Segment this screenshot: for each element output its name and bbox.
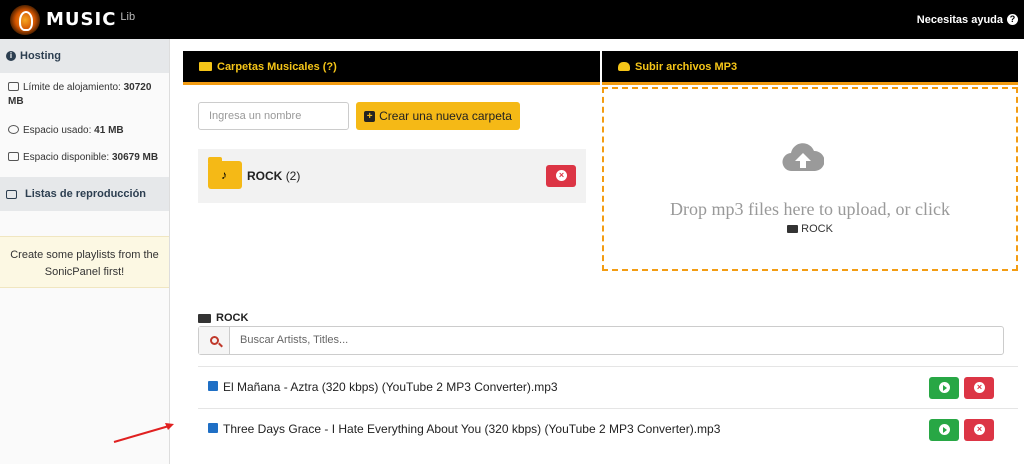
sidebar: i Hosting Límite de alojamiento: 30720 M…	[0, 39, 170, 464]
cloud-upload-icon	[782, 143, 824, 172]
folder-count: (2)	[285, 169, 301, 183]
available-label: Espacio disponible:	[23, 152, 110, 163]
create-folder-button[interactable]: + Crear una nueva carpeta	[356, 102, 520, 130]
help-link[interactable]: Necesitas ayuda ?	[917, 14, 1018, 26]
logo-badge-icon	[10, 4, 40, 35]
play-circle-icon	[939, 382, 950, 393]
folder-name: ROCK	[247, 169, 283, 183]
refresh-icon	[8, 125, 19, 134]
used-label: Espacio usado:	[23, 125, 92, 136]
track-row: Three Days Grace - I Hate Everything Abo…	[198, 408, 1018, 450]
hosting-limit: Límite de alojamiento: 30720 MB	[0, 81, 169, 109]
folder-open-icon	[199, 62, 212, 71]
track-name: El Mañana - Aztra (320 kbps) (YouTube 2 …	[223, 380, 558, 394]
create-folder-label: Crear una nueva carpeta	[379, 109, 512, 123]
times-circle-icon: ×	[974, 382, 985, 393]
limit-label: Límite de alojamiento:	[23, 82, 121, 93]
available-value: 30679 MB	[111, 152, 159, 163]
help-label: Necesitas ayuda	[916, 13, 1003, 26]
hdd-icon	[8, 152, 19, 161]
folders-panel-header: Carpetas Musicales (?)	[183, 51, 600, 85]
mp3-dropzone[interactable]: Drop mp3 files here to upload, or click …	[602, 87, 1018, 271]
folder-open-icon	[787, 225, 799, 233]
top-bar: MUSIC Lib Necesitas ayuda ?	[0, 0, 1024, 39]
track-row: El Mañana - Aztra (320 kbps) (YouTube 2 …	[198, 366, 1018, 408]
cloud-upload-icon	[618, 62, 630, 71]
music-file-icon	[208, 381, 218, 391]
logo-subtext: Lib	[120, 10, 136, 23]
delete-folder-button[interactable]: ×	[546, 165, 576, 187]
hosting-title: Hosting	[20, 50, 61, 62]
dropzone-folder-name: ROCK	[801, 223, 833, 235]
server-icon	[8, 82, 19, 91]
info-circle-icon: i	[6, 51, 16, 61]
dropzone-text: Drop mp3 files here to upload, or click	[670, 199, 950, 219]
music-file-icon	[208, 423, 218, 433]
search-icon	[209, 336, 219, 345]
play-button[interactable]	[929, 377, 959, 399]
upload-panel-header: Subir archivos MP3	[602, 51, 1018, 85]
music-folder-icon: ♪	[208, 157, 242, 189]
search-input[interactable]: Buscar Artists, Titles...	[230, 327, 1003, 354]
search-button[interactable]	[199, 327, 230, 354]
playlists-header[interactable]: Listas de reproducción	[0, 177, 169, 211]
tracks-folder-label: ROCK	[216, 312, 249, 324]
plus-square-icon: +	[364, 110, 376, 122]
track-name: Three Days Grace - I Hate Everything Abo…	[223, 422, 721, 436]
play-button[interactable]	[929, 419, 959, 441]
dropzone-folder: ROCK	[604, 223, 1016, 235]
upload-panel-title: Subir archivos MP3	[635, 60, 738, 73]
folders-panel-title[interactable]: Carpetas Musicales (?)	[217, 61, 337, 73]
annotation-arrow-icon	[113, 423, 174, 443]
track-search: Buscar Artists, Titles...	[198, 326, 1004, 355]
delete-track-button[interactable]: ×	[964, 419, 994, 441]
folder-open-icon	[198, 313, 211, 323]
hosting-used: Espacio usado: 41 MB	[0, 125, 169, 136]
folder-item-rock[interactable]: ♪ ROCK (2) ×	[198, 149, 586, 203]
folder-name-input[interactable]: Ingresa un nombre	[198, 102, 349, 130]
folder-name-text: ROCK (2)	[247, 169, 300, 183]
used-value: 41 MB	[94, 125, 124, 136]
times-circle-icon: ×	[974, 424, 985, 435]
hosting-header: i Hosting	[0, 39, 169, 73]
playlists-title: Listas de reproducción	[25, 188, 147, 200]
delete-track-button[interactable]: ×	[964, 377, 994, 399]
play-circle-icon	[939, 424, 950, 435]
question-circle-icon: ?	[1007, 14, 1018, 25]
logo-text: MUSIC	[46, 9, 117, 30]
tracks-folder-heading: ROCK	[198, 312, 248, 324]
playlists-notice: Create some playlists from the SonicPane…	[0, 236, 169, 288]
hosting-available: Espacio disponible: 30679 MB	[0, 152, 169, 163]
clone-icon	[6, 189, 17, 199]
app-logo[interactable]: MUSIC Lib	[10, 4, 136, 35]
times-circle-icon: ×	[556, 170, 567, 181]
